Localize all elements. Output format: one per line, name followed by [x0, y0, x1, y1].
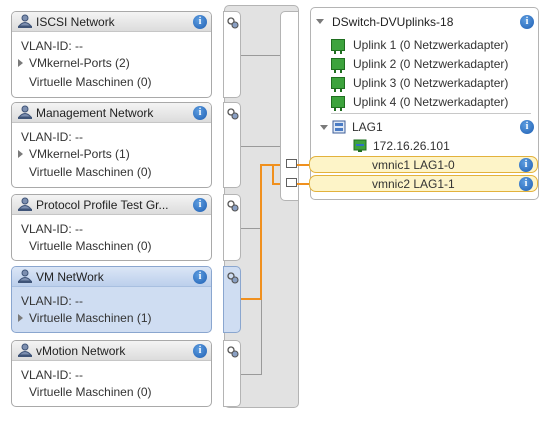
- switch-title: DSwitch-DVUplinks-18: [332, 15, 454, 29]
- port-group-title: VM NetWork: [36, 270, 104, 284]
- uplink-label: Uplink 1 (0 Netzwerkadapter): [353, 38, 509, 52]
- internal-line: [241, 146, 280, 147]
- info-icon[interactable]: i: [193, 198, 207, 212]
- port-group-protocol-profile[interactable]: Protocol Profile Test Gr... i VLAN-ID: -…: [11, 194, 212, 261]
- collapse-icon[interactable]: [316, 19, 324, 24]
- port-group-vm-network[interactable]: VM NetWork i VLAN-ID: -- Virtuelle Masch…: [11, 266, 212, 333]
- port-group-stub[interactable]: [223, 266, 241, 333]
- uplink-item[interactable]: Uplink 2 (0 Netzwerkadapter): [331, 56, 531, 74]
- uplink-stub: [280, 11, 299, 201]
- port-group-title: Management Network: [36, 106, 154, 120]
- internal-line: [241, 55, 280, 56]
- port-icon[interactable]: [286, 178, 297, 187]
- port-group-header[interactable]: Protocol Profile Test Gr... i: [12, 195, 211, 215]
- info-icon[interactable]: i: [193, 15, 207, 29]
- expand-icon[interactable]: [18, 150, 23, 158]
- port-group-management[interactable]: Management Network i VLAN-ID: -- VMkerne…: [11, 102, 212, 188]
- port-group-header[interactable]: Management Network i: [12, 103, 211, 123]
- port-icon: [227, 200, 239, 212]
- port-icon: [227, 108, 239, 120]
- uplink-label: Uplink 2 (0 Netzwerkadapter): [353, 57, 509, 71]
- virtual-machines-label[interactable]: Virtuelle Maschinen (1): [29, 311, 152, 325]
- info-icon[interactable]: i: [193, 106, 207, 120]
- uplink-label: Uplink 4 (0 Netzwerkadapter): [353, 95, 509, 109]
- lag-member-vmnic2[interactable]: vmnic2 LAG1-1 i: [309, 175, 538, 192]
- vmnic-label: vmnic2 LAG1-1: [372, 177, 455, 191]
- info-icon[interactable]: i: [193, 344, 207, 358]
- info-icon[interactable]: i: [520, 120, 534, 134]
- port-group-stub[interactable]: [223, 194, 241, 261]
- network-adapter-icon: [331, 58, 345, 73]
- network-user-icon: [17, 343, 33, 357]
- info-icon[interactable]: i: [193, 270, 207, 284]
- port-group-stub[interactable]: [223, 102, 241, 188]
- port-group-title: vMotion Network: [36, 344, 126, 358]
- uplink-item[interactable]: Uplink 1 (0 Netzwerkadapter): [331, 37, 531, 55]
- port-group-vmotion[interactable]: vMotion Network i VLAN-ID: -- Virtuelle …: [11, 340, 212, 407]
- port-group-header[interactable]: ISCSI Network i: [12, 12, 211, 32]
- vmkernel-ports-label[interactable]: VMkernel-Ports (2): [29, 56, 130, 70]
- virtual-machines-label: Virtuelle Maschinen (0): [29, 385, 152, 399]
- info-icon[interactable]: i: [519, 158, 533, 172]
- vlan-id-label: VLAN-ID: --: [21, 39, 84, 53]
- port-group-header[interactable]: VM NetWork i: [12, 267, 211, 287]
- network-adapter-icon: [331, 96, 345, 111]
- network-adapter-icon: [331, 39, 345, 54]
- virtual-machines-label: Virtuelle Maschinen (0): [29, 239, 152, 253]
- uplink-item[interactable]: Uplink 3 (0 Netzwerkadapter): [331, 75, 531, 93]
- port-icon[interactable]: [286, 159, 297, 168]
- internal-line: [241, 228, 261, 229]
- port-group-stub[interactable]: [223, 340, 241, 407]
- port-group-iscsi[interactable]: ISCSI Network i VLAN-ID: -- VMkernel-Por…: [11, 11, 212, 98]
- connection-line: [241, 298, 262, 300]
- port-group-stub[interactable]: [223, 11, 241, 98]
- port-icon: [227, 272, 239, 284]
- uplink-panel-header[interactable]: DSwitch-DVUplinks-18 i: [311, 8, 538, 32]
- lag-member-vmnic1[interactable]: vmnic1 LAG1-0 i: [309, 156, 538, 173]
- vlan-id-label: VLAN-ID: --: [21, 130, 84, 144]
- info-icon[interactable]: i: [519, 177, 533, 191]
- vmkernel-ports-label[interactable]: VMkernel-Ports (1): [29, 147, 130, 161]
- port-icon: [227, 346, 239, 358]
- network-user-icon: [17, 269, 33, 283]
- vlan-id-label: VLAN-ID: --: [21, 294, 84, 308]
- port-icon: [227, 17, 239, 29]
- uplink-item[interactable]: Uplink 4 (0 Netzwerkadapter): [331, 94, 531, 112]
- vmkernel-icon: [353, 139, 367, 152]
- vlan-id-label: VLAN-ID: --: [21, 368, 84, 382]
- expand-icon[interactable]: [18, 314, 23, 322]
- lag-ip-address: 172.16.26.101: [373, 139, 450, 153]
- network-user-icon: [17, 105, 33, 119]
- connection-line: [260, 164, 280, 166]
- network-adapter-icon: [331, 77, 345, 92]
- vmnic-label: vmnic1 LAG1-0: [372, 158, 455, 172]
- connection-line: [272, 164, 274, 185]
- lag-icon: [332, 120, 346, 134]
- network-user-icon: [17, 14, 33, 28]
- connection-line: [260, 164, 262, 300]
- port-group-title: ISCSI Network: [36, 15, 115, 29]
- vlan-id-label: VLAN-ID: --: [21, 222, 84, 236]
- internal-line: [241, 374, 261, 375]
- expand-icon[interactable]: [18, 59, 23, 67]
- info-icon[interactable]: i: [520, 15, 534, 29]
- virtual-machines-label: Virtuelle Maschinen (0): [29, 75, 152, 89]
- collapse-icon[interactable]: [320, 125, 328, 130]
- lag-name[interactable]: LAG1: [352, 120, 383, 134]
- network-user-icon: [17, 197, 33, 211]
- divider: [331, 113, 531, 114]
- port-group-title: Protocol Profile Test Gr...: [36, 198, 169, 212]
- port-group-header[interactable]: vMotion Network i: [12, 341, 211, 361]
- uplink-label: Uplink 3 (0 Netzwerkadapter): [353, 76, 509, 90]
- virtual-machines-label: Virtuelle Maschinen (0): [29, 165, 152, 179]
